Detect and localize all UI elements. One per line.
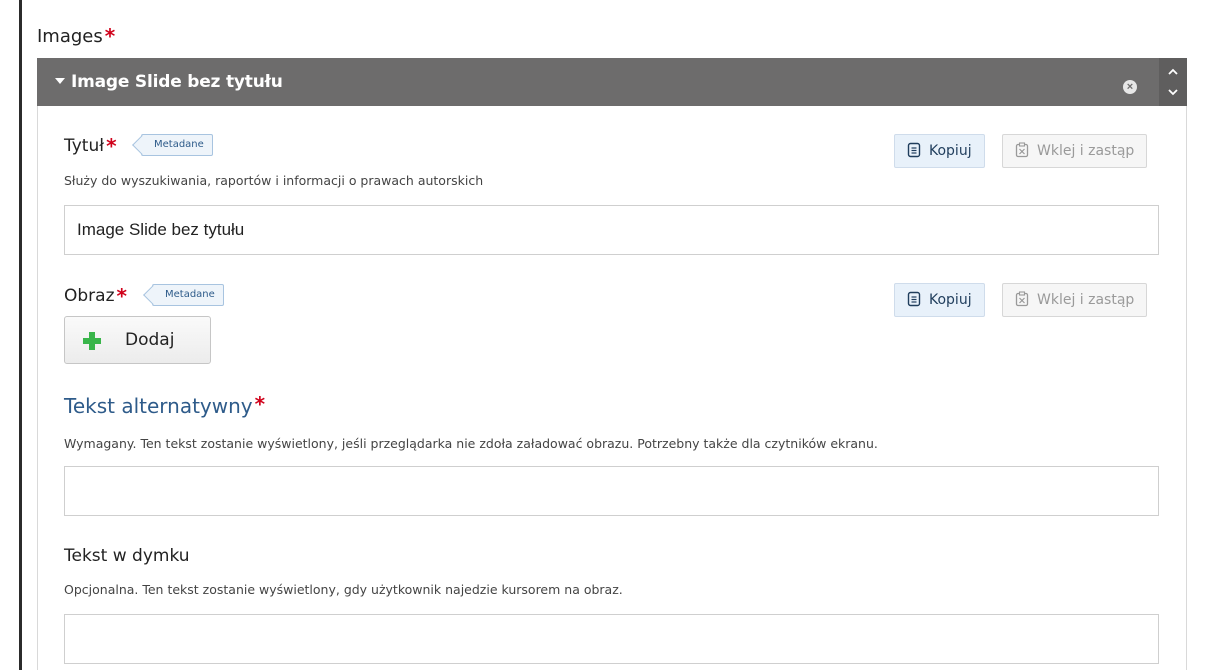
copy-button[interactable]: Kopiuj bbox=[894, 134, 985, 168]
metadata-tag: Metadane bbox=[152, 284, 224, 306]
slide-header[interactable]: Image Slide bez tytułu × bbox=[37, 58, 1159, 106]
alt-text-input[interactable] bbox=[64, 466, 1159, 516]
title-input[interactable]: Image Slide bez tytułu bbox=[64, 205, 1159, 255]
add-image-button[interactable]: Dodaj bbox=[64, 316, 211, 364]
title-field-label: Tytuł * bbox=[64, 136, 117, 156]
hover-text-input[interactable] bbox=[64, 614, 1159, 664]
plus-icon bbox=[83, 332, 101, 350]
paste-button-label: Wklej i zastąp bbox=[1037, 143, 1135, 159]
paste-icon bbox=[1015, 287, 1029, 307]
copy-button-label: Kopiuj bbox=[929, 143, 972, 159]
title-description: Służy do wyszukiwania, raportów i inform… bbox=[64, 173, 484, 188]
paste-button-label: Wklej i zastąp bbox=[1037, 292, 1135, 308]
image-label-text: Obraz bbox=[64, 286, 115, 306]
chevron-down-icon[interactable] bbox=[1167, 86, 1179, 98]
paste-replace-button[interactable]: Wklej i zastąp bbox=[1002, 134, 1148, 168]
paste-icon bbox=[1015, 138, 1029, 158]
alt-text-label-text: Tekst alternatywny bbox=[64, 394, 253, 418]
collapse-caret-icon[interactable] bbox=[55, 78, 65, 84]
copy-button-label: Kopiuj bbox=[929, 292, 972, 308]
copy-icon bbox=[907, 138, 921, 158]
hover-text-field-label: Tekst w dymku bbox=[64, 546, 190, 566]
required-mark: * bbox=[254, 392, 266, 416]
images-label-text: Images bbox=[37, 26, 103, 47]
left-border bbox=[19, 0, 22, 670]
image-field-label: Obraz * bbox=[64, 286, 127, 306]
required-mark: * bbox=[116, 284, 127, 308]
copy-button[interactable]: Kopiuj bbox=[894, 283, 985, 317]
alt-text-field-label: Tekst alternatywny * bbox=[64, 394, 265, 418]
required-mark: * bbox=[106, 134, 117, 158]
chevron-up-icon[interactable] bbox=[1167, 66, 1179, 78]
add-image-label: Dodaj bbox=[125, 330, 175, 350]
remove-circle-icon[interactable]: × bbox=[1123, 80, 1137, 94]
slide-header-title: Image Slide bez tytułu bbox=[71, 72, 283, 92]
images-label: Images * bbox=[37, 26, 115, 47]
reorder-controls bbox=[1159, 58, 1187, 106]
copy-icon bbox=[907, 287, 921, 307]
title-label-text: Tytuł bbox=[64, 136, 105, 156]
alt-text-description: Wymagany. Ten tekst zostanie wyświetlony… bbox=[64, 436, 878, 451]
metadata-tag: Metadane bbox=[141, 134, 213, 156]
paste-replace-button[interactable]: Wklej i zastąp bbox=[1002, 283, 1148, 317]
required-mark: * bbox=[104, 24, 116, 48]
hover-text-description: Opcjonalna. Ten tekst zostanie wyświetlo… bbox=[64, 582, 623, 597]
